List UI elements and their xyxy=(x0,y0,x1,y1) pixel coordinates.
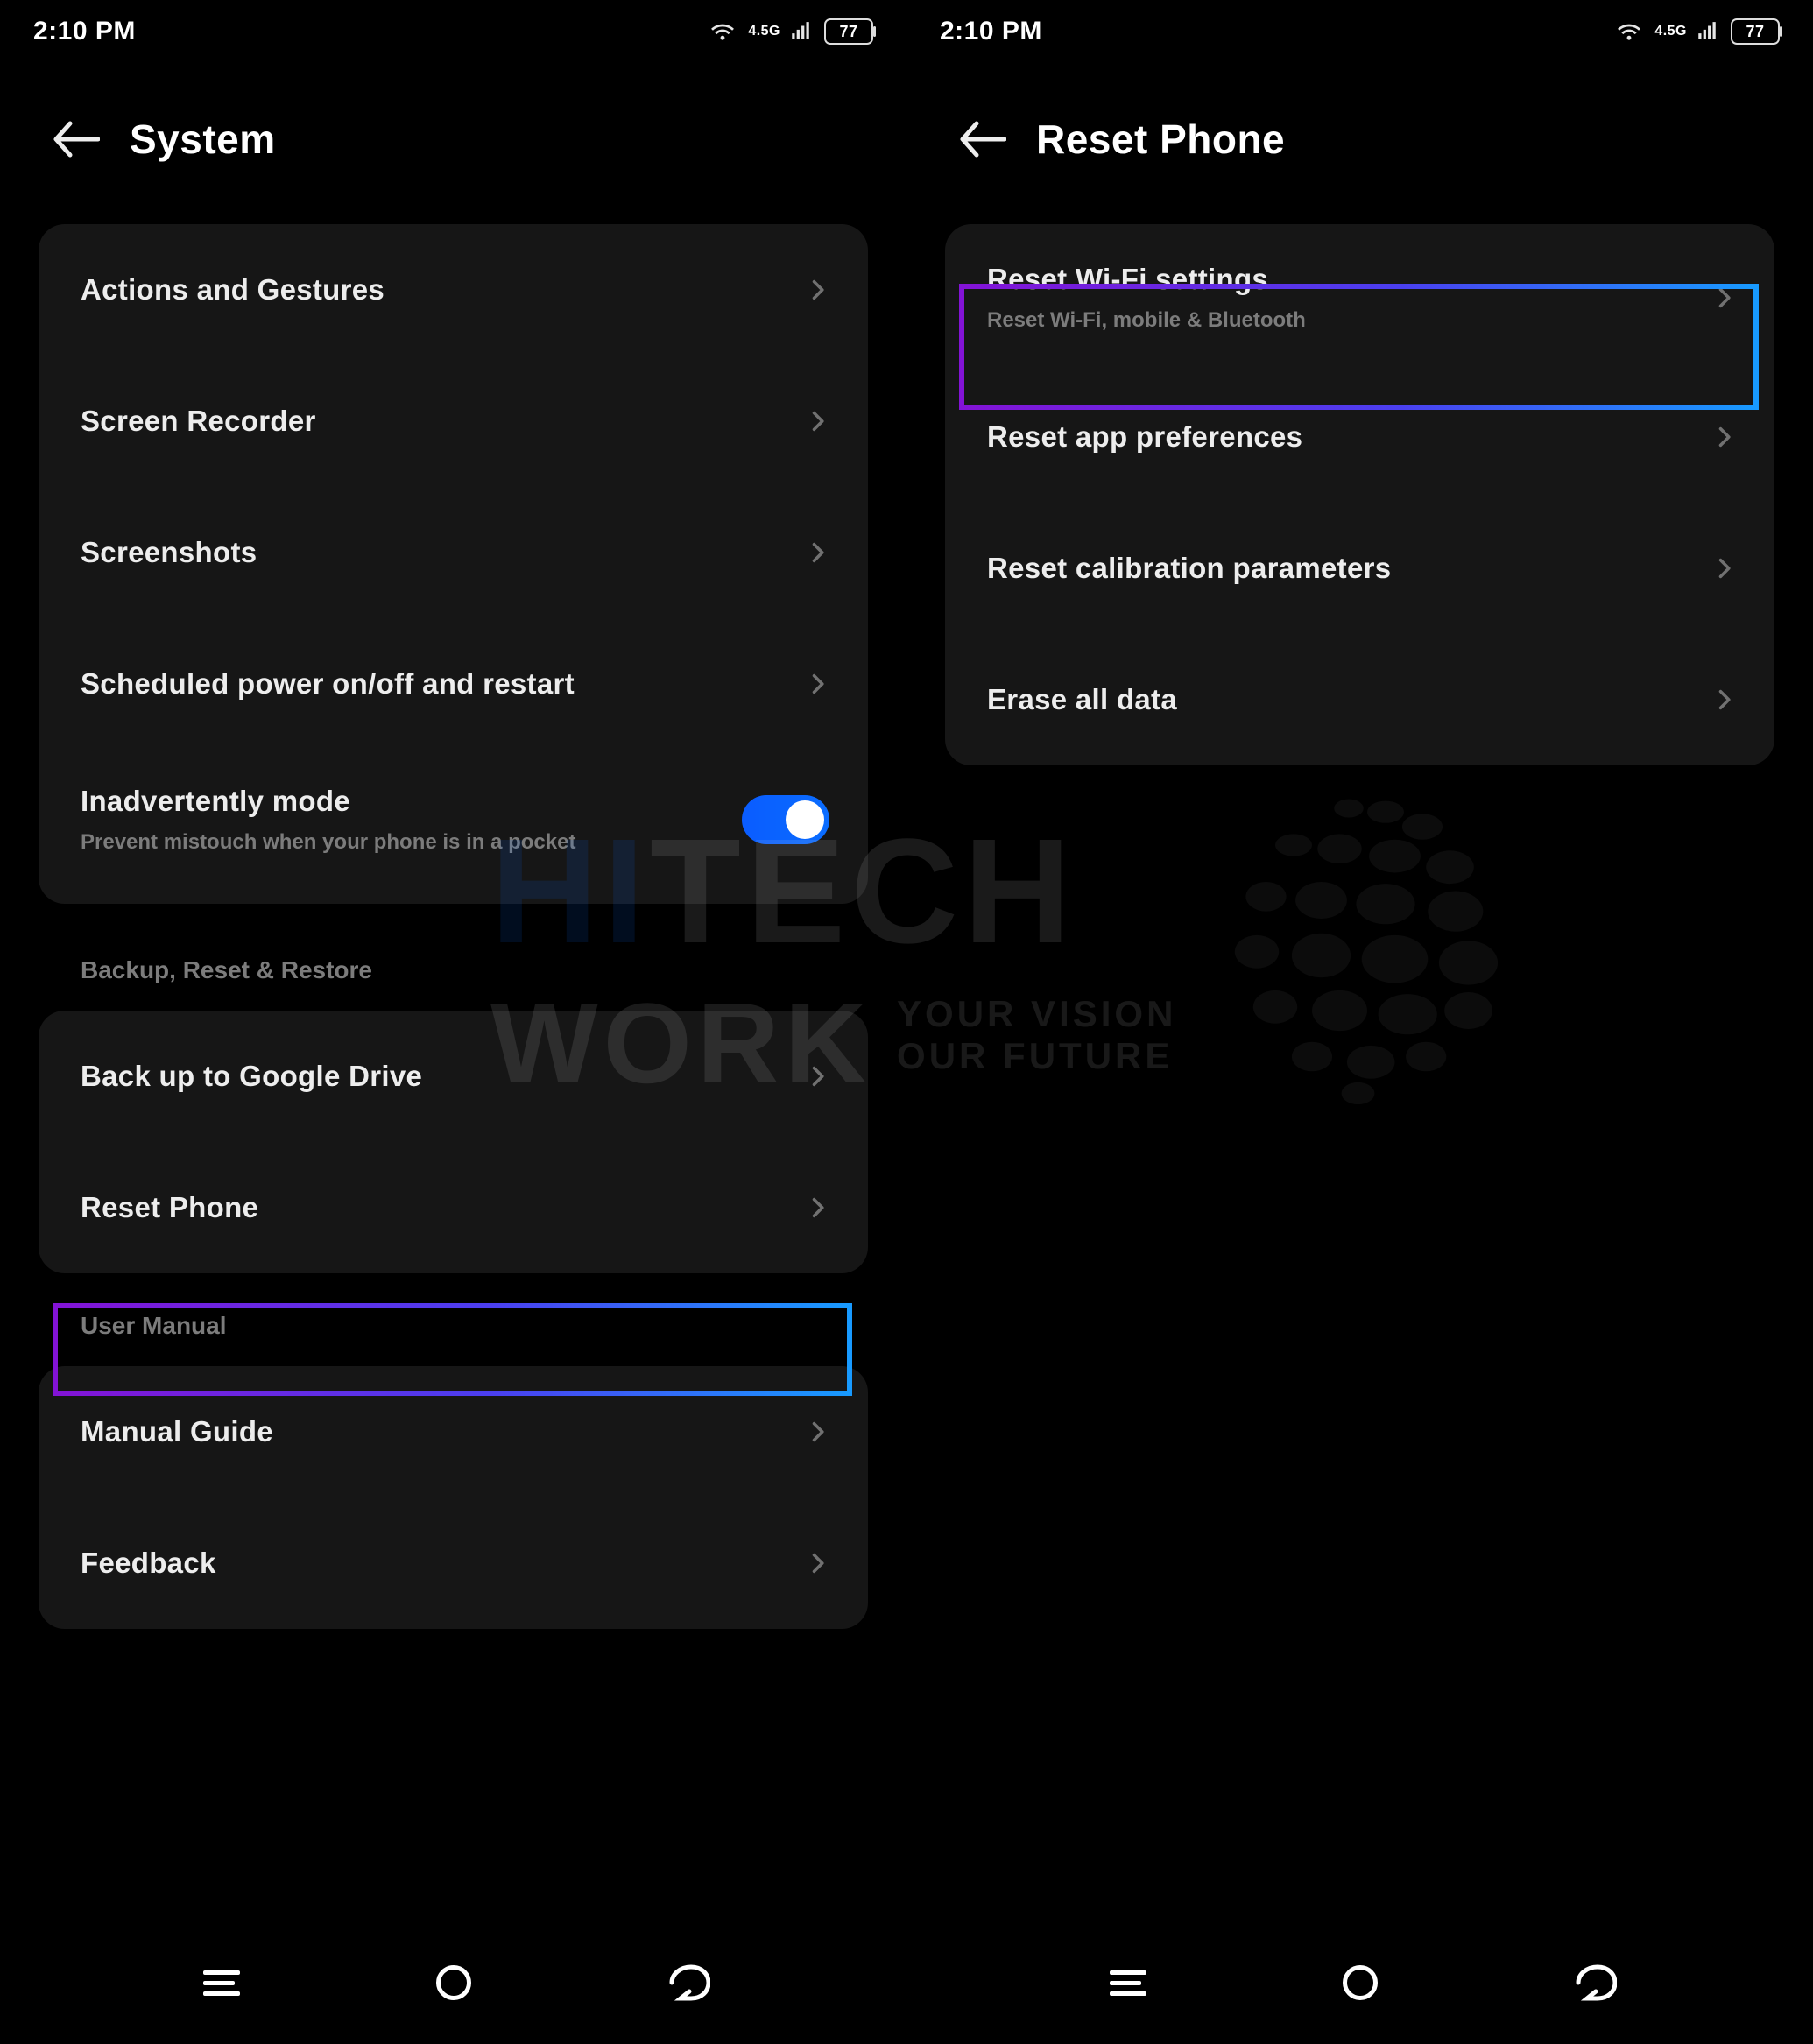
chevron-right-icon xyxy=(805,672,829,696)
page-header: Reset Phone xyxy=(906,63,1813,224)
chevron-right-icon xyxy=(805,1195,829,1220)
chevron-right-icon xyxy=(805,409,829,433)
status-right: 4.5G 77 xyxy=(1616,18,1780,45)
reset-options-group: Reset Wi-Fi settings Reset Wi-Fi, mobile… xyxy=(945,224,1774,765)
settings-group-3: Manual Guide Feedback xyxy=(39,1366,868,1629)
page-title: Reset Phone xyxy=(1036,116,1285,163)
row-title: Inadvertently mode xyxy=(81,785,575,818)
chevron-right-icon xyxy=(805,1420,829,1444)
row-title: Actions and Gestures xyxy=(81,273,384,307)
section-label-backup: Backup, Reset & Restore xyxy=(81,956,854,984)
row-title: Reset Phone xyxy=(81,1191,258,1224)
row-screen-recorder[interactable]: Screen Recorder xyxy=(39,356,868,487)
status-time: 2:10 PM xyxy=(33,17,136,46)
status-bar: 2:10 PM 4.5G 77 xyxy=(0,0,906,63)
nav-home-button[interactable] xyxy=(1334,1956,1386,2009)
row-title: Scheduled power on/off and restart xyxy=(81,667,575,701)
row-reset-phone[interactable]: Reset Phone xyxy=(39,1142,868,1273)
chevron-right-icon xyxy=(805,540,829,565)
row-title: Manual Guide xyxy=(81,1415,273,1448)
battery-icon: 77 xyxy=(1731,18,1780,45)
toggle-switch[interactable] xyxy=(742,795,829,844)
row-scheduled-power[interactable]: Scheduled power on/off and restart xyxy=(39,618,868,750)
row-subtitle: Reset Wi-Fi, mobile & Bluetooth xyxy=(987,308,1306,333)
settings-group-2: Back up to Google Drive Reset Phone xyxy=(39,1011,868,1273)
row-subtitle: Prevent mistouch when your phone is in a… xyxy=(81,830,575,855)
row-screenshots[interactable]: Screenshots xyxy=(39,487,868,618)
chevron-right-icon xyxy=(1711,687,1736,712)
nav-recent-button[interactable] xyxy=(1102,1956,1154,2009)
status-time: 2:10 PM xyxy=(940,17,1042,46)
row-feedback[interactable]: Feedback xyxy=(39,1498,868,1629)
page-header: System xyxy=(0,63,906,224)
page-title: System xyxy=(130,116,276,163)
chevron-right-icon xyxy=(1711,556,1736,581)
phone-screenshot-reset-phone: 2:10 PM 4.5G 77 Reset Phone Reset W xyxy=(906,0,1813,2044)
chevron-right-icon xyxy=(805,278,829,302)
chevron-right-icon xyxy=(805,1551,829,1575)
row-title: Reset calibration parameters xyxy=(987,552,1391,585)
signal-icon xyxy=(1696,20,1718,43)
settings-group-1: Actions and Gestures Screen Recorder Scr… xyxy=(39,224,868,904)
android-navbar xyxy=(0,1939,906,2044)
row-title: Back up to Google Drive xyxy=(81,1060,422,1093)
section-label-user-manual: User Manual xyxy=(81,1312,854,1340)
row-backup-google-drive[interactable]: Back up to Google Drive xyxy=(39,1011,868,1142)
row-title: Reset Wi-Fi settings xyxy=(987,263,1306,296)
row-title: Screenshots xyxy=(81,536,257,569)
row-erase-all-data[interactable]: Erase all data xyxy=(945,634,1774,765)
status-right: 4.5G 77 xyxy=(709,18,873,45)
row-actions-gestures[interactable]: Actions and Gestures xyxy=(39,224,868,356)
row-inadvertently-mode[interactable]: Inadvertently mode Prevent mistouch when… xyxy=(39,750,868,904)
row-title: Reset app preferences xyxy=(987,420,1302,454)
chevron-right-icon xyxy=(1711,425,1736,449)
row-title: Erase all data xyxy=(987,683,1177,716)
signal-icon xyxy=(789,20,812,43)
back-arrow-icon[interactable] xyxy=(959,121,1006,158)
row-title: Screen Recorder xyxy=(81,405,316,438)
status-bar: 2:10 PM 4.5G 77 xyxy=(906,0,1813,63)
row-manual-guide[interactable]: Manual Guide xyxy=(39,1366,868,1498)
row-reset-wifi-settings[interactable]: Reset Wi-Fi settings Reset Wi-Fi, mobile… xyxy=(945,224,1774,371)
back-arrow-icon[interactable] xyxy=(53,121,100,158)
chevron-right-icon xyxy=(1711,285,1736,310)
nav-back-button[interactable] xyxy=(660,1956,712,2009)
chevron-right-icon xyxy=(805,1064,829,1089)
battery-text: 77 xyxy=(1746,23,1764,41)
battery-text: 77 xyxy=(839,23,857,41)
wifi-icon xyxy=(1616,21,1642,42)
network-badge: 4.5G xyxy=(748,25,780,38)
row-reset-calibration[interactable]: Reset calibration parameters xyxy=(945,503,1774,634)
nav-recent-button[interactable] xyxy=(195,1956,248,2009)
nav-home-button[interactable] xyxy=(427,1956,480,2009)
wifi-icon xyxy=(709,21,736,42)
battery-icon: 77 xyxy=(824,18,873,45)
row-title: Feedback xyxy=(81,1547,216,1580)
row-reset-app-preferences[interactable]: Reset app preferences xyxy=(945,371,1774,503)
nav-back-button[interactable] xyxy=(1566,1956,1619,2009)
android-navbar xyxy=(906,1939,1813,2044)
phone-screenshot-system: 2:10 PM 4.5G 77 System Actions and Gestu… xyxy=(0,0,906,2044)
network-badge: 4.5G xyxy=(1654,25,1687,38)
